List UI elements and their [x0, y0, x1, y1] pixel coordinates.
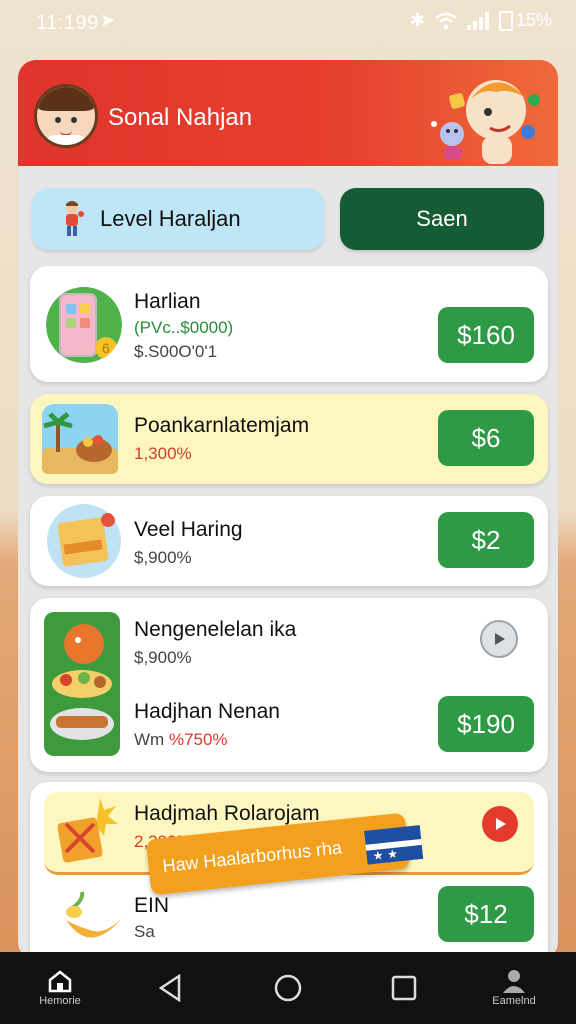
level-button-label: Level Haraljan [100, 206, 241, 231]
list-item[interactable]: Nengenelelan ika $,900% Hadjhan Nenan Wm… [30, 598, 548, 772]
play-button[interactable] [482, 806, 518, 842]
back-icon [158, 974, 181, 1002]
item-detail: $,900% [134, 548, 192, 567]
item-title: Veel Haring [134, 518, 243, 541]
status-icons: ✱ 15% [410, 10, 552, 31]
battery-icon: 15% [498, 10, 552, 31]
kid-icon [66, 201, 84, 236]
svg-text:6: 6 [102, 340, 110, 356]
level-button[interactable]: Level Haraljan [32, 188, 324, 250]
flag-icon: ★ ★ [364, 825, 424, 865]
nav-home-circle[interactable] [268, 952, 308, 1024]
status-bar: 11:199 ➤ ✱ 15% [0, 0, 576, 48]
gift-thumbnail [57, 798, 118, 863]
list-item[interactable]: Poankarnlatemjam 1,300% $6 [30, 394, 548, 484]
avatar[interactable] [34, 84, 98, 148]
item-title-secondary: Hadjhan Nenan [134, 700, 280, 723]
nav-back[interactable] [150, 952, 190, 1024]
item-detail: 1,300% [134, 444, 192, 463]
nav-profile[interactable]: Eamelnd [484, 952, 544, 1024]
item-subtitle: $.S00O'0'1 [134, 342, 218, 361]
list-item[interactable]: 6 Harlian (PVc..$0000) $.S00O'0'1 $160 [30, 266, 548, 382]
header: Sonal Nahjan [18, 60, 558, 166]
scan-button[interactable]: Saen [340, 188, 544, 250]
item-detail: (PVc..$0000) [134, 318, 234, 337]
price-button[interactable]: $2 [438, 512, 534, 568]
circle-home-icon [274, 974, 302, 1002]
play-icon [496, 818, 506, 830]
item-title: Nengenelelan ika [134, 618, 297, 641]
recents-icon [391, 975, 417, 1001]
nav-home[interactable]: Hemorie [30, 952, 90, 1024]
battery-level: 15% [515, 10, 552, 30]
price-button[interactable]: $6 [438, 410, 534, 466]
food-thumbnail [44, 612, 120, 756]
mascot-illustration [431, 80, 540, 164]
item-detail-secondary: %750% [168, 730, 228, 749]
wifi-icon [435, 12, 457, 29]
home-icon [48, 970, 72, 993]
item-detail-prefix: Wm [134, 730, 165, 749]
item-detail-secondary: Sa [134, 922, 155, 941]
toast-text: Haw Haalarborhus rha [161, 836, 343, 876]
price-button[interactable]: $12 [438, 886, 534, 942]
nav-home-label: Hemorie [39, 995, 81, 1007]
page-title: Sonal Nahjan [108, 104, 253, 131]
status-time: 11:199 [36, 12, 99, 34]
price-button[interactable]: $190 [438, 696, 534, 752]
price-button[interactable]: $160 [438, 307, 534, 363]
island-thumbnail [42, 404, 118, 474]
svg-text:★ ★: ★ ★ [372, 846, 399, 863]
item-title-secondary: EIN [134, 894, 170, 917]
play-button[interactable] [480, 620, 518, 658]
bottom-nav: Hemorie Eamelnd [0, 952, 576, 1024]
nav-profile-label: Eamelnd [492, 995, 536, 1007]
play-icon [495, 633, 505, 645]
item-title: Poankarnlatemjam [134, 414, 310, 437]
item-title: Hadjmah Rolarojam [134, 802, 320, 825]
profile-icon [503, 970, 525, 993]
nav-recents[interactable] [384, 952, 424, 1024]
banana-thumbnail [66, 891, 122, 938]
box-thumbnail [47, 504, 121, 578]
location-icon: ➤ [100, 10, 116, 30]
phone-thumbnail: 6 [46, 287, 122, 363]
list-item[interactable]: Veel Haring $,900% $2 [30, 496, 548, 586]
item-detail: $,900% [134, 648, 192, 667]
item-title: Harlian [134, 290, 201, 313]
signal-icon [466, 11, 489, 30]
bluetooth-icon: ✱ [409, 10, 425, 30]
